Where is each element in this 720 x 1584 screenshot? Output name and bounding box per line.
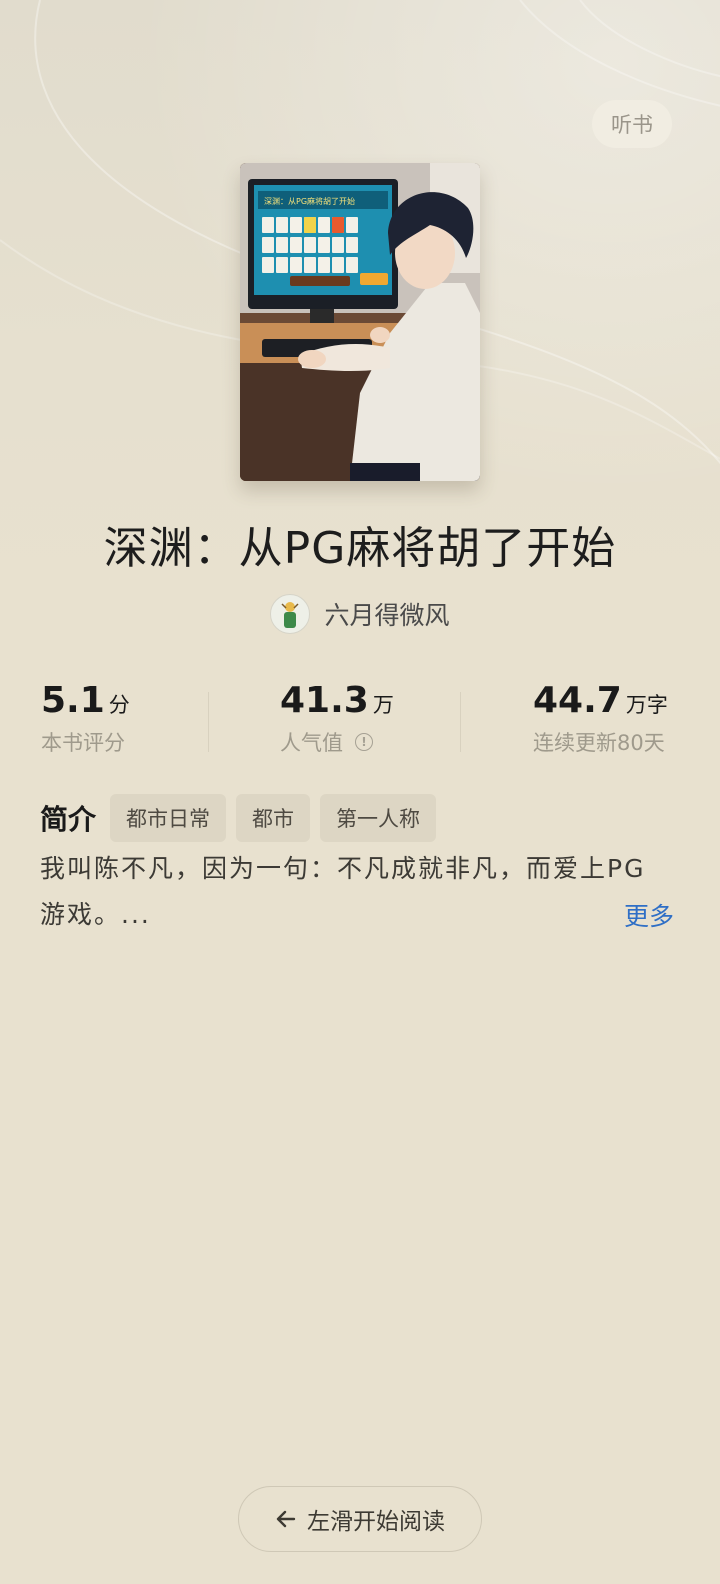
author-avatar[interactable] xyxy=(270,594,311,634)
stat-divider xyxy=(460,692,461,752)
book-cover[interactable]: 深渊：从PG麻将胡了开始 xyxy=(240,163,480,481)
cover-screen-title: 深渊：从PG麻将胡了开始 xyxy=(264,196,355,206)
info-icon[interactable]: ! xyxy=(355,733,373,751)
popularity-label: 人气值 xyxy=(280,731,343,755)
rating-unit: 分 xyxy=(108,693,130,717)
intro-heading: 简介 xyxy=(40,803,97,836)
arrow-left-icon xyxy=(276,1510,296,1528)
stat-divider xyxy=(208,692,209,752)
tag-chip[interactable]: 第一人称 xyxy=(320,794,437,842)
synopsis-text[interactable]: 我叫陈不凡，因为一句：不凡成就非凡，而爱上PG 游戏。... xyxy=(40,846,680,938)
intro-header: 简介 都市日常 都市 第一人称 xyxy=(40,794,446,842)
stats-bar: 5.1 分 本书评分 41.3 万 人气值! 44.7 万字 连续更新80天 xyxy=(0,680,720,770)
words-unit: 万字 xyxy=(625,693,668,717)
popularity-unit: 万 xyxy=(372,693,394,717)
listen-button[interactable]: 听书 xyxy=(592,100,672,148)
start-reading-button[interactable]: 左滑开始阅读 xyxy=(238,1486,482,1552)
rating-label: 本书评分 xyxy=(41,731,125,755)
stat-rating: 5.1 分 本书评分 xyxy=(41,680,130,757)
listen-label: 听书 xyxy=(611,113,653,137)
synopsis-line: 游戏。... xyxy=(40,900,151,929)
words-label: 连续更新80天 xyxy=(533,731,665,755)
start-reading-label: 左滑开始阅读 xyxy=(307,1509,445,1535)
book-title: 深渊：从PG麻将胡了开始 xyxy=(103,523,617,574)
stat-words: 44.7 万字 连续更新80天 xyxy=(533,680,668,757)
rating-value: 5.1 xyxy=(41,680,105,721)
stat-popularity[interactable]: 41.3 万 人气值! xyxy=(280,680,394,757)
tag-chip[interactable]: 都市日常 xyxy=(110,794,227,842)
words-value: 44.7 xyxy=(533,680,622,721)
popularity-value: 41.3 xyxy=(280,680,369,721)
author-name: 六月得微风 xyxy=(324,601,450,630)
synopsis-line: 我叫陈不凡，因为一句：不凡成就非凡，而爱上PG xyxy=(40,854,646,883)
author-row[interactable]: 六月得微风 xyxy=(0,592,720,636)
more-link[interactable]: 更多 xyxy=(624,894,674,940)
tag-chip[interactable]: 都市 xyxy=(236,794,311,842)
